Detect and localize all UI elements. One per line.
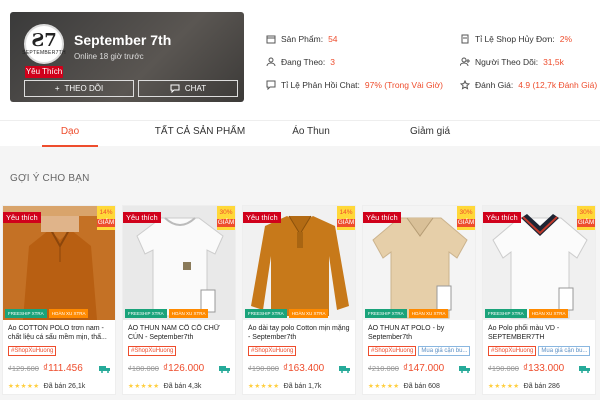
product-rating: ★★★★★ Đã bán 1,7k — [248, 382, 322, 391]
followers-icon — [460, 57, 470, 67]
product-price: ₫190.000 ₫133.000 — [488, 363, 565, 374]
shop-online-status: Online 18 giờ trước — [74, 52, 144, 61]
plus-icon: + — [54, 84, 60, 93]
discount-badge: 30% GIẢM — [457, 206, 475, 230]
product-card[interactable]: Yêu thích 30% GIẢM FREESHIP XTRA HOÀN XU X… — [362, 205, 476, 395]
product-tags: #ShopXuHuong — [8, 346, 57, 356]
stat-response-value: 97% (Trong Vài Giờ) — [364, 80, 443, 90]
stat-followers-label: Người Theo Dõi: — [475, 57, 539, 67]
stat-cancel: Tỉ Lệ Shop Hủy Đơn: 2% — [460, 34, 572, 44]
shop-nav-tabs: Dạo TẤT CẢ SẢN PHẨM Áo Thun Giảm giá — [0, 120, 600, 147]
shop-card: Ƨ7 SEPTEMBER7TH Yêu Thích September 7th … — [10, 12, 244, 102]
product-name[interactable]: Áo dài tay polo Cotton mịn mặng - Septem… — [248, 324, 353, 342]
section-title: GỢI Ý CHO BẠN — [10, 173, 90, 184]
shop-name: September 7th — [74, 32, 172, 48]
preferred-tag: Yêu thích — [243, 212, 281, 223]
tab-t-shirts[interactable]: Áo Thun — [286, 121, 336, 147]
star-rating-icon: ★★★★★ — [128, 383, 160, 390]
shop-header: Ƨ7 SEPTEMBER7TH Yêu Thích September 7th … — [0, 0, 600, 120]
product-rating: ★★★★★ Đã bán 26,1k — [8, 382, 86, 391]
product-tags: #ShopXuHuong Mua giá cận bu... — [488, 346, 591, 356]
stat-products-value: 54 — [328, 34, 338, 44]
product-name[interactable]: ÁO THUN AT POLO - by September7th — [368, 324, 473, 342]
product-image[interactable]: Yêu thích 30% GIẢM FREESHIP XTRA HOÀN XU X… — [483, 206, 595, 320]
user-icon — [266, 57, 276, 67]
product-price: ₫190.000 ₫163.400 — [248, 363, 325, 374]
product-rating: ★★★★★ Đã bán 608 — [368, 382, 440, 391]
preferred-tag: Yêu thích — [123, 212, 161, 223]
product-card[interactable]: Yêu thích 30% GIẢM FREESHIP XTRA HOÀN XU X… — [482, 205, 596, 395]
logo-mark: Ƨ7 — [31, 29, 57, 51]
product-image[interactable]: Yêu thích 30% GIẢM FREESHIP XTRA HOÀN XU X… — [123, 206, 235, 320]
store-icon — [266, 35, 276, 44]
promo-badges: FREESHIP XTRA HOÀN XU XTRA — [365, 309, 449, 318]
discount-badge: 14% GIẢM — [337, 206, 355, 230]
star-rating-icon: ★★★★★ — [368, 383, 400, 390]
stat-followers: Người Theo Dõi: 31,5k — [460, 57, 564, 67]
stat-following-value: 3 — [330, 57, 335, 67]
shipping-truck-icon — [339, 366, 350, 373]
product-rating: ★★★★★ Đã bán 286 — [488, 382, 560, 391]
stat-rating-label: Đánh Giá: — [475, 80, 514, 90]
chat-bubble-icon — [266, 80, 276, 90]
shipping-truck-icon — [219, 366, 230, 373]
star-rating-icon: ★★★★★ — [8, 383, 40, 390]
product-image[interactable]: Yêu thích 14% GIẢM FREESHIP XTRA HOÀN XU X… — [3, 206, 115, 320]
tab-dao[interactable]: Dạo — [42, 121, 98, 147]
stat-products: Sản Phẩm: 54 — [266, 34, 338, 44]
follow-button[interactable]: + THEO DÕI — [24, 80, 134, 97]
star-rating-icon: ★★★★★ — [488, 383, 520, 390]
follow-label: THEO DÕI — [64, 84, 104, 93]
tab-all-products[interactable]: TẤT CẢ SẢN PHẨM — [145, 121, 255, 147]
preferred-tag: Yêu thích — [363, 212, 401, 223]
star-icon — [460, 80, 470, 90]
stat-response: Tỉ Lệ Phản Hồi Chat: 97% (Trong Vài Giờ) — [266, 80, 443, 90]
promo-badges: FREESHIP XTRA HOÀN XU XTRA — [5, 309, 89, 318]
product-card[interactable]: Yêu thích 14% GIẢM FREESHIP XTRA HOÀN XU X… — [2, 205, 116, 395]
product-tags: #ShopXuHuong Mua giá cận bu... — [368, 346, 471, 356]
product-rating: ★★★★★ Đã bán 4,3k — [128, 382, 202, 391]
discount-badge: 14% GIẢM — [97, 206, 115, 230]
chat-label: CHAT — [184, 84, 207, 93]
product-price: ₫129.600 ₫111.456 — [8, 363, 83, 374]
stat-rating-value: 4.9 (12,7k Đánh Giá) — [518, 80, 598, 90]
tab-sale[interactable]: Giảm giá — [405, 121, 455, 147]
stat-following: Đang Theo: 3 — [266, 57, 335, 67]
product-tags: #ShopXuHuong — [248, 346, 297, 356]
product-image[interactable]: Yêu thích 30% GIẢM FREESHIP XTRA HOÀN XU X… — [363, 206, 475, 320]
preferred-badge: Yêu Thích — [25, 66, 63, 78]
product-image[interactable]: Yêu thích 14% GIẢM FREESHIP XTRA HOÀN XU X… — [243, 206, 355, 320]
product-name[interactable]: ÁO THUN NAM CỔ CỔ CHỮ CÚN - September7th — [128, 324, 233, 342]
logo-text: SEPTEMBER7TH — [22, 49, 66, 56]
shipping-truck-icon — [459, 366, 470, 373]
stat-products-label: Sản Phẩm: — [281, 34, 324, 44]
preferred-tag: Yêu thích — [3, 212, 41, 223]
chat-button[interactable]: CHAT — [138, 80, 238, 97]
chat-icon — [170, 84, 180, 93]
product-price: ₫180.000 ₫126.000 — [128, 363, 205, 374]
product-card[interactable]: Yêu thích 30% GIẢM FREESHIP XTRA HOÀN XU X… — [122, 205, 236, 395]
stat-cancel-value: 2% — [559, 34, 573, 44]
product-price: ₫210.000 ₫147.000 — [368, 363, 445, 374]
discount-badge: 30% GIẢM — [217, 206, 235, 230]
product-name[interactable]: Áo Polo phối màu VD - SEPTEMBER7TH — [488, 324, 593, 342]
promo-badges: FREESHIP XTRA HOÀN XU XTRA — [245, 309, 329, 318]
stat-cancel-label: Tỉ Lệ Shop Hủy Đơn: — [475, 34, 555, 44]
shipping-truck-icon — [579, 366, 590, 373]
stat-response-label: Tỉ Lệ Phản Hồi Chat: — [281, 80, 360, 90]
cancel-order-icon — [461, 34, 469, 44]
stat-followers-value: 31,5k — [543, 57, 564, 67]
product-name[interactable]: Áo COTTON POLO trơn nam - chất liệu cá s… — [8, 324, 113, 342]
shop-avatar[interactable]: Ƨ7 SEPTEMBER7TH — [22, 24, 66, 64]
promo-badges: FREESHIP XTRA HOÀN XU XTRA — [485, 309, 569, 318]
promo-badges: FREESHIP XTRA HOÀN XU XTRA — [125, 309, 209, 318]
stat-following-label: Đang Theo: — [281, 57, 326, 67]
product-card[interactable]: Yêu thích 14% GIẢM FREESHIP XTRA HOÀN XU X… — [242, 205, 356, 395]
discount-badge: 30% GIẢM — [577, 206, 595, 230]
product-tags: #ShopXuHuong — [128, 346, 177, 356]
preferred-tag: Yêu thích — [483, 212, 521, 223]
stat-rating: Đánh Giá: 4.9 (12,7k Đánh Giá) — [460, 80, 597, 90]
shipping-truck-icon — [99, 366, 110, 373]
star-rating-icon: ★★★★★ — [248, 383, 280, 390]
